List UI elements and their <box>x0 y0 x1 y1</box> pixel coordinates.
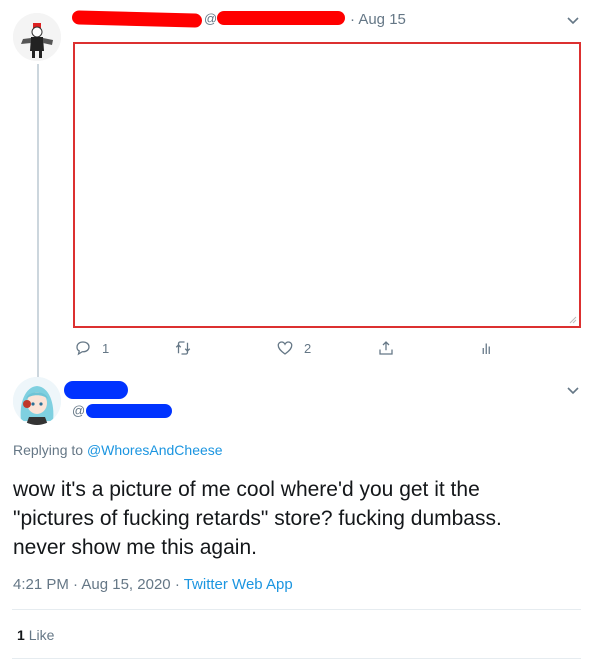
tweet2-at-symbol: @ <box>72 403 86 418</box>
replying-to-line: Replying to @WhoresAndCheese <box>13 442 223 458</box>
resize-handle-icon <box>569 316 577 324</box>
tweet2-meta: 4:21 PM · Aug 15, 2020 · Twitter Web App <box>13 576 293 593</box>
tweet1-reply-count: 1 <box>102 340 110 356</box>
tweet1-date[interactable]: · Aug 15 <box>350 11 406 28</box>
thread-connector-line <box>37 64 39 378</box>
meta-separator-2: · <box>174 576 180 593</box>
tweet2-chevron-down-icon[interactable] <box>566 383 580 397</box>
replying-to-handle-link[interactable]: @WhoresAndCheese <box>87 442 223 458</box>
tweet1-avatar[interactable] <box>13 13 61 61</box>
avatar-anime-icon <box>13 377 61 425</box>
reply-icon <box>76 341 90 356</box>
like-icon <box>277 341 293 355</box>
tweet2-body: wow it's a picture of me cool where'd yo… <box>13 475 502 562</box>
replying-to-prefix: Replying to <box>13 442 84 458</box>
meta-separator: · <box>73 576 79 593</box>
tweet1-retweet-action[interactable] <box>174 339 192 357</box>
tweet2-likes-count: 1 <box>17 627 25 643</box>
tweet2-redacted-handle <box>86 404 172 418</box>
tweet1-like-action[interactable]: 2 <box>276 339 311 357</box>
tweet1-share-action[interactable] <box>377 339 395 357</box>
retweet-icon <box>175 341 191 355</box>
tweet1-media-embed[interactable] <box>73 42 581 328</box>
tweet1-like-count: 2 <box>304 340 312 356</box>
divider-top <box>12 609 581 610</box>
tweet1-redacted-handle <box>217 11 345 25</box>
tweet2-likes-label: Like <box>28 627 55 643</box>
analytics-icon <box>482 343 490 354</box>
tweet2-body-line-1: wow it's a picture of me cool where'd yo… <box>13 478 480 501</box>
tweet2-avatar[interactable] <box>13 377 61 425</box>
divider-bottom <box>12 658 581 659</box>
tweet2-source-link[interactable]: Twitter Web App <box>184 576 293 593</box>
tweet2-body-line-2: "pictures of fucking retards" store? fuc… <box>13 507 502 530</box>
tweet2-likes-summary[interactable]: 1 Like <box>17 627 54 643</box>
share-icon <box>379 341 393 355</box>
tweet1-at-symbol: @ <box>204 11 218 26</box>
tweet1-analytics-action[interactable] <box>478 339 496 357</box>
tweet2-date-link[interactable]: Aug 15, 2020 <box>81 576 170 593</box>
tweet2-redacted-name <box>64 381 128 399</box>
avatar-art-icon <box>13 13 61 61</box>
tweet1-reply-action[interactable]: 1 <box>74 339 109 357</box>
tweet2-body-line-3: never show me this again. <box>13 536 257 559</box>
tweet2-time-link[interactable]: 4:21 PM <box>13 576 69 593</box>
tweet1-chevron-down-icon[interactable] <box>566 13 580 27</box>
tweet1-redacted-name <box>71 10 203 28</box>
